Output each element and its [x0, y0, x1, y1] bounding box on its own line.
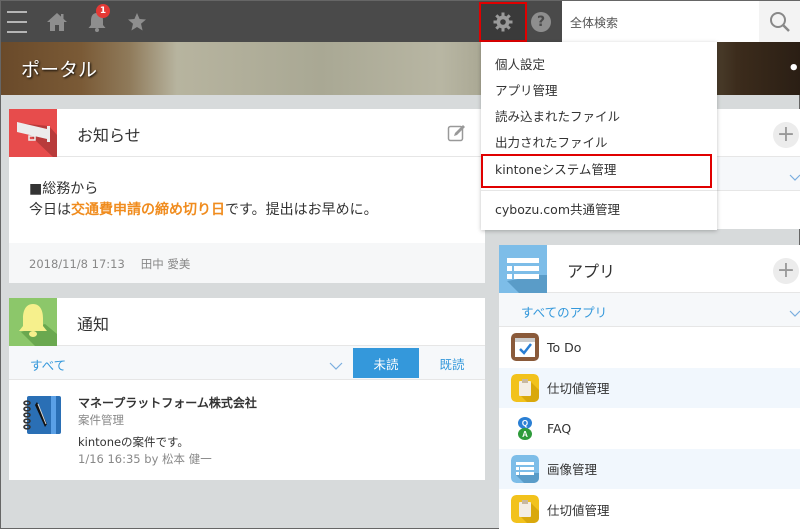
notifications-filter-dropdown[interactable]: すべて [30, 355, 66, 374]
help-icon: ? [531, 11, 551, 32]
clipboard-icon [511, 495, 539, 524]
app-name: FAQ [547, 420, 572, 436]
add-app-icon[interactable]: + [773, 258, 799, 284]
tab-unread[interactable]: 未読 [353, 348, 419, 378]
notice-highlight: 交通費申請の締め切り日 [71, 202, 225, 218]
notice-author[interactable]: 田中 愛美 [141, 257, 191, 271]
svg-text:Q: Q [522, 419, 528, 428]
search-button[interactable] [759, 1, 800, 42]
list-icon [511, 454, 539, 483]
menu-item-cybozu-admin[interactable]: cybozu.com共通管理 [495, 199, 620, 218]
edit-icon[interactable] [447, 123, 467, 147]
app-item[interactable]: 画像管理 [499, 448, 800, 489]
notice-title: お知らせ [77, 126, 141, 145]
notice-footer: 2018/11/8 17:13 田中 愛美 [9, 243, 485, 283]
notification-content: マネープラットフォーム株式会社 案件管理 kintoneの案件です。 1/16 … [78, 395, 257, 468]
notice-text: 今日は [29, 202, 71, 218]
app-item[interactable]: 仕切値管理 [499, 367, 800, 408]
svg-text:A: A [522, 430, 528, 439]
app-item[interactable]: 仕切値管理 [499, 489, 800, 529]
menu-icon[interactable] [5, 1, 29, 42]
notifications-filter-row: すべて 未読 既読 [9, 346, 485, 380]
top-bar: 1 ? 全体検索 [1, 1, 800, 42]
todo-icon [511, 333, 539, 362]
notification-app: 案件管理 [78, 413, 124, 427]
menu-divider [481, 190, 717, 191]
search-icon [770, 11, 790, 32]
apps-card: アプリ + すべてのアプリ To Do 仕切値管理 QA FAQ 画像管理 仕切… [499, 245, 800, 529]
notification-title[interactable]: マネープラットフォーム株式会社 [78, 395, 257, 412]
notice-body: ■総務から 今日は交通費申請の締め切り日です。提出はお早めに。 [9, 157, 485, 243]
notification-item[interactable]: マネープラットフォーム株式会社 案件管理 kintoneの案件です。 1/16 … [9, 380, 485, 480]
help-button[interactable]: ? [529, 1, 553, 42]
megaphone-icon [9, 109, 57, 157]
settings-dropdown-menu: 個人設定 アプリ管理 読み込まれたファイル 出力されたファイル kintoneシ… [481, 42, 717, 230]
menu-item-imported-files[interactable]: 読み込まれたファイル [495, 106, 620, 125]
notification-body: kintoneの案件です。 [78, 435, 189, 449]
chevron-down-icon[interactable] [789, 304, 800, 323]
menu-item-app-management[interactable]: アプリ管理 [495, 80, 558, 99]
app-name: To Do [547, 339, 582, 355]
notice-date: 2018/11/8 17:13 [29, 257, 125, 271]
chevron-down-icon[interactable] [329, 356, 343, 375]
notifications-card: 通知 すべて 未読 既読 マネープラットフォーム株式会社 案件管理 kinton… [9, 298, 485, 480]
notifications-header: 通知 [9, 298, 485, 346]
notice-card: お知らせ ■総務から 今日は交通費申請の締め切り日です。提出はお早めに。 201… [9, 109, 485, 283]
star-icon[interactable] [123, 1, 151, 42]
settings-button[interactable] [479, 2, 527, 42]
home-icon[interactable] [43, 1, 71, 42]
gear-icon [493, 12, 513, 32]
apps-title: アプリ [567, 262, 616, 281]
notice-line-1: ■総務から [29, 181, 99, 197]
clipboard-icon [511, 373, 539, 402]
app-name: 仕切値管理 [547, 502, 610, 518]
tab-read[interactable]: 既読 [419, 348, 485, 378]
search-input[interactable]: 全体検索 [562, 1, 759, 42]
app-list-icon [499, 245, 547, 293]
app-name: 仕切値管理 [547, 381, 610, 397]
app-name: 画像管理 [547, 462, 598, 478]
page-title: ポータル [21, 59, 98, 81]
more-icon[interactable]: •• [788, 58, 800, 79]
menu-item-exported-files[interactable]: 出力されたファイル [495, 132, 608, 151]
notification-meta: 1/16 16:35 by 松本 健一 [78, 452, 212, 466]
apps-filter-row: すべてのアプリ [499, 293, 800, 327]
menu-item-personal-settings[interactable]: 個人設定 [495, 54, 545, 73]
notification-badge: 1 [96, 4, 110, 18]
app-item[interactable]: QA FAQ [499, 408, 800, 449]
notice-line-2: 今日は交通費申請の締め切り日です。提出はお早めに。 [29, 200, 485, 221]
app-item[interactable]: To Do [499, 327, 800, 368]
chevron-down-icon[interactable] [789, 168, 800, 187]
bell-icon [9, 298, 57, 346]
notice-text: です。提出はお早めに。 [225, 202, 378, 218]
notice-header: お知らせ [9, 109, 485, 157]
apps-header: アプリ + [499, 245, 800, 293]
notifications-title: 通知 [77, 315, 110, 334]
highlight-box [481, 154, 712, 188]
notebook-icon [23, 394, 65, 440]
apps-filter-dropdown[interactable]: すべてのアプリ [521, 302, 607, 321]
qa-icon: QA [511, 414, 539, 442]
add-icon[interactable]: + [773, 122, 799, 148]
